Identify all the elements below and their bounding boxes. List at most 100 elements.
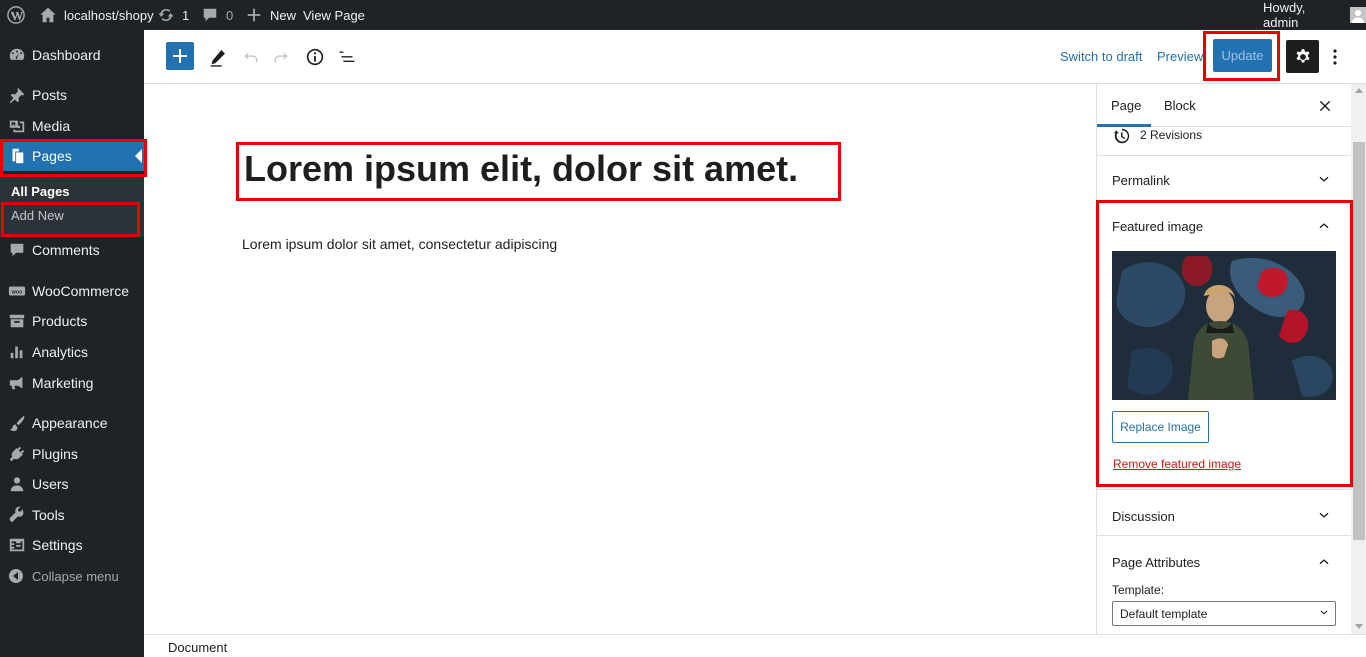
pencil-icon — [207, 46, 229, 68]
new-content-link[interactable]: New — [244, 0, 296, 30]
redo-icon — [271, 46, 293, 68]
collapse-menu-button[interactable]: Collapse menu — [0, 561, 144, 591]
view-page-label: View Page — [303, 7, 365, 23]
new-label: New — [270, 7, 297, 23]
revisions-label: 2 Revisions — [1140, 128, 1203, 142]
featured-image-preview[interactable] — [1112, 251, 1336, 400]
admin-bar: localhost/shopy 1 0 New View Page Howdy,… — [0, 0, 1366, 30]
menu-label: Dashboard — [32, 47, 101, 63]
discussion-panel[interactable]: Discussion — [1097, 490, 1351, 536]
menu-label: Posts — [32, 87, 68, 103]
plus-icon — [170, 46, 190, 66]
permalink-panel[interactable]: Permalink — [1097, 156, 1351, 202]
undo-button[interactable] — [234, 41, 266, 73]
remove-featured-image-link[interactable]: Remove featured image — [1113, 457, 1241, 471]
menu-label: Tools — [32, 507, 65, 523]
menu-item-users[interactable]: Users — [0, 469, 144, 499]
list-view-button[interactable] — [331, 41, 363, 73]
submenu-all-pages[interactable]: All Pages — [11, 184, 70, 199]
post-title[interactable]: Lorem ipsum elit, dolor sit amet. — [244, 148, 798, 190]
settings-toggle-button[interactable] — [1286, 40, 1319, 73]
close-settings-button[interactable] — [1315, 96, 1335, 116]
template-value: Default template — [1120, 606, 1208, 621]
permalink-title: Permalink — [1112, 173, 1170, 188]
menu-item-media[interactable]: Media — [0, 111, 144, 141]
scroll-thumb[interactable] — [1353, 142, 1365, 540]
chevron-down-icon — [1317, 606, 1331, 620]
comment-icon — [7, 240, 27, 260]
tab-block[interactable]: Block — [1164, 98, 1196, 113]
menu-label: Analytics — [32, 344, 89, 360]
preview-button[interactable]: Preview — [1157, 49, 1203, 64]
update-button[interactable]: Update — [1213, 39, 1272, 72]
page-attributes-title[interactable]: Page Attributes — [1112, 555, 1200, 570]
menu-item-products[interactable]: Products — [0, 306, 144, 336]
dashboard-icon — [7, 45, 27, 65]
replace-image-button[interactable]: Replace Image — [1112, 411, 1209, 443]
menu-label: Products — [32, 313, 88, 329]
scroll-up-arrow-icon[interactable] — [1355, 88, 1363, 93]
comments-link[interactable]: 0 — [200, 0, 233, 30]
updates-link[interactable]: 1 — [156, 0, 189, 30]
chevron-down-icon — [1315, 171, 1333, 189]
info-icon — [304, 46, 326, 68]
undo-icon — [239, 46, 261, 68]
menu-item-appearance[interactable]: Appearance — [0, 408, 144, 438]
details-button[interactable] — [299, 41, 331, 73]
archive-icon — [7, 311, 27, 331]
bar-chart-icon — [7, 342, 27, 362]
menu-label: Plugins — [32, 446, 78, 462]
sidebar-scrollbar[interactable] — [1351, 84, 1366, 634]
menu-label: Appearance — [32, 415, 108, 431]
template-label: Template: — [1112, 583, 1165, 597]
chevron-up-icon[interactable] — [1315, 552, 1333, 570]
menu-label: Settings — [32, 537, 83, 553]
tools-edit-button[interactable] — [202, 41, 234, 73]
menu-label: Marketing — [32, 375, 94, 391]
revisions-link[interactable]: 2 Revisions — [1097, 127, 1351, 156]
discussion-title: Discussion — [1112, 509, 1175, 524]
pages-icon — [7, 146, 27, 166]
megaphone-icon — [7, 373, 27, 393]
chevron-up-icon[interactable] — [1315, 216, 1333, 234]
menu-item-analytics[interactable]: Analytics — [0, 337, 144, 367]
chevron-down-icon — [1315, 507, 1333, 525]
list-view-icon — [336, 46, 358, 68]
collapse-arrow-icon — [9, 569, 23, 583]
more-options-button[interactable] — [1325, 44, 1345, 70]
tab-page[interactable]: Page — [1111, 98, 1141, 113]
pages-submenu: All Pages Add New — [0, 177, 144, 237]
menu-item-comments[interactable]: Comments — [0, 235, 144, 265]
avatar — [1350, 7, 1366, 23]
view-page-link[interactable]: View Page — [303, 0, 365, 30]
menu-item-plugins[interactable]: Plugins — [0, 439, 144, 469]
my-account-menu[interactable]: Howdy, admin — [1263, 0, 1366, 30]
menu-item-tools[interactable]: Tools — [0, 500, 144, 530]
site-name: localhost/shopy — [64, 7, 154, 23]
menu-item-marketing[interactable]: Marketing — [0, 368, 144, 398]
menu-label: WooCommerce — [32, 283, 129, 299]
template-select[interactable]: Default template — [1112, 601, 1336, 626]
paragraph-block[interactable]: Lorem ipsum dolor sit amet, consectetur … — [242, 236, 557, 252]
settings-sidebar: Page Block 2 Revisions Permalink Feature… — [1096, 84, 1366, 634]
menu-item-dashboard[interactable]: Dashboard — [0, 40, 144, 70]
greeting: Howdy, admin — [1263, 0, 1306, 30]
block-inserter-button[interactable] — [166, 42, 194, 70]
featured-image-title[interactable]: Featured image — [1112, 219, 1203, 234]
menu-item-woocommerce[interactable]: woo WooCommerce — [0, 276, 144, 306]
comments-count: 0 — [226, 7, 234, 23]
block-breadcrumb[interactable]: Document — [168, 640, 227, 655]
wp-logo-button[interactable] — [6, 0, 26, 30]
submenu-add-new[interactable]: Add New — [11, 208, 64, 223]
menu-item-settings[interactable]: Settings — [0, 530, 144, 560]
menu-item-posts[interactable]: Posts — [0, 80, 144, 110]
redo-button[interactable] — [266, 41, 298, 73]
updates-count: 1 — [182, 7, 190, 23]
scroll-down-arrow-icon[interactable] — [1355, 624, 1363, 629]
switch-to-draft-button[interactable]: Switch to draft — [1060, 49, 1142, 64]
menu-item-pages[interactable]: Pages — [0, 141, 144, 171]
comment-bubble-icon — [200, 5, 220, 25]
users-icon — [7, 474, 27, 494]
site-name-link[interactable]: localhost/shopy — [38, 0, 154, 30]
wrench-icon — [7, 505, 27, 525]
